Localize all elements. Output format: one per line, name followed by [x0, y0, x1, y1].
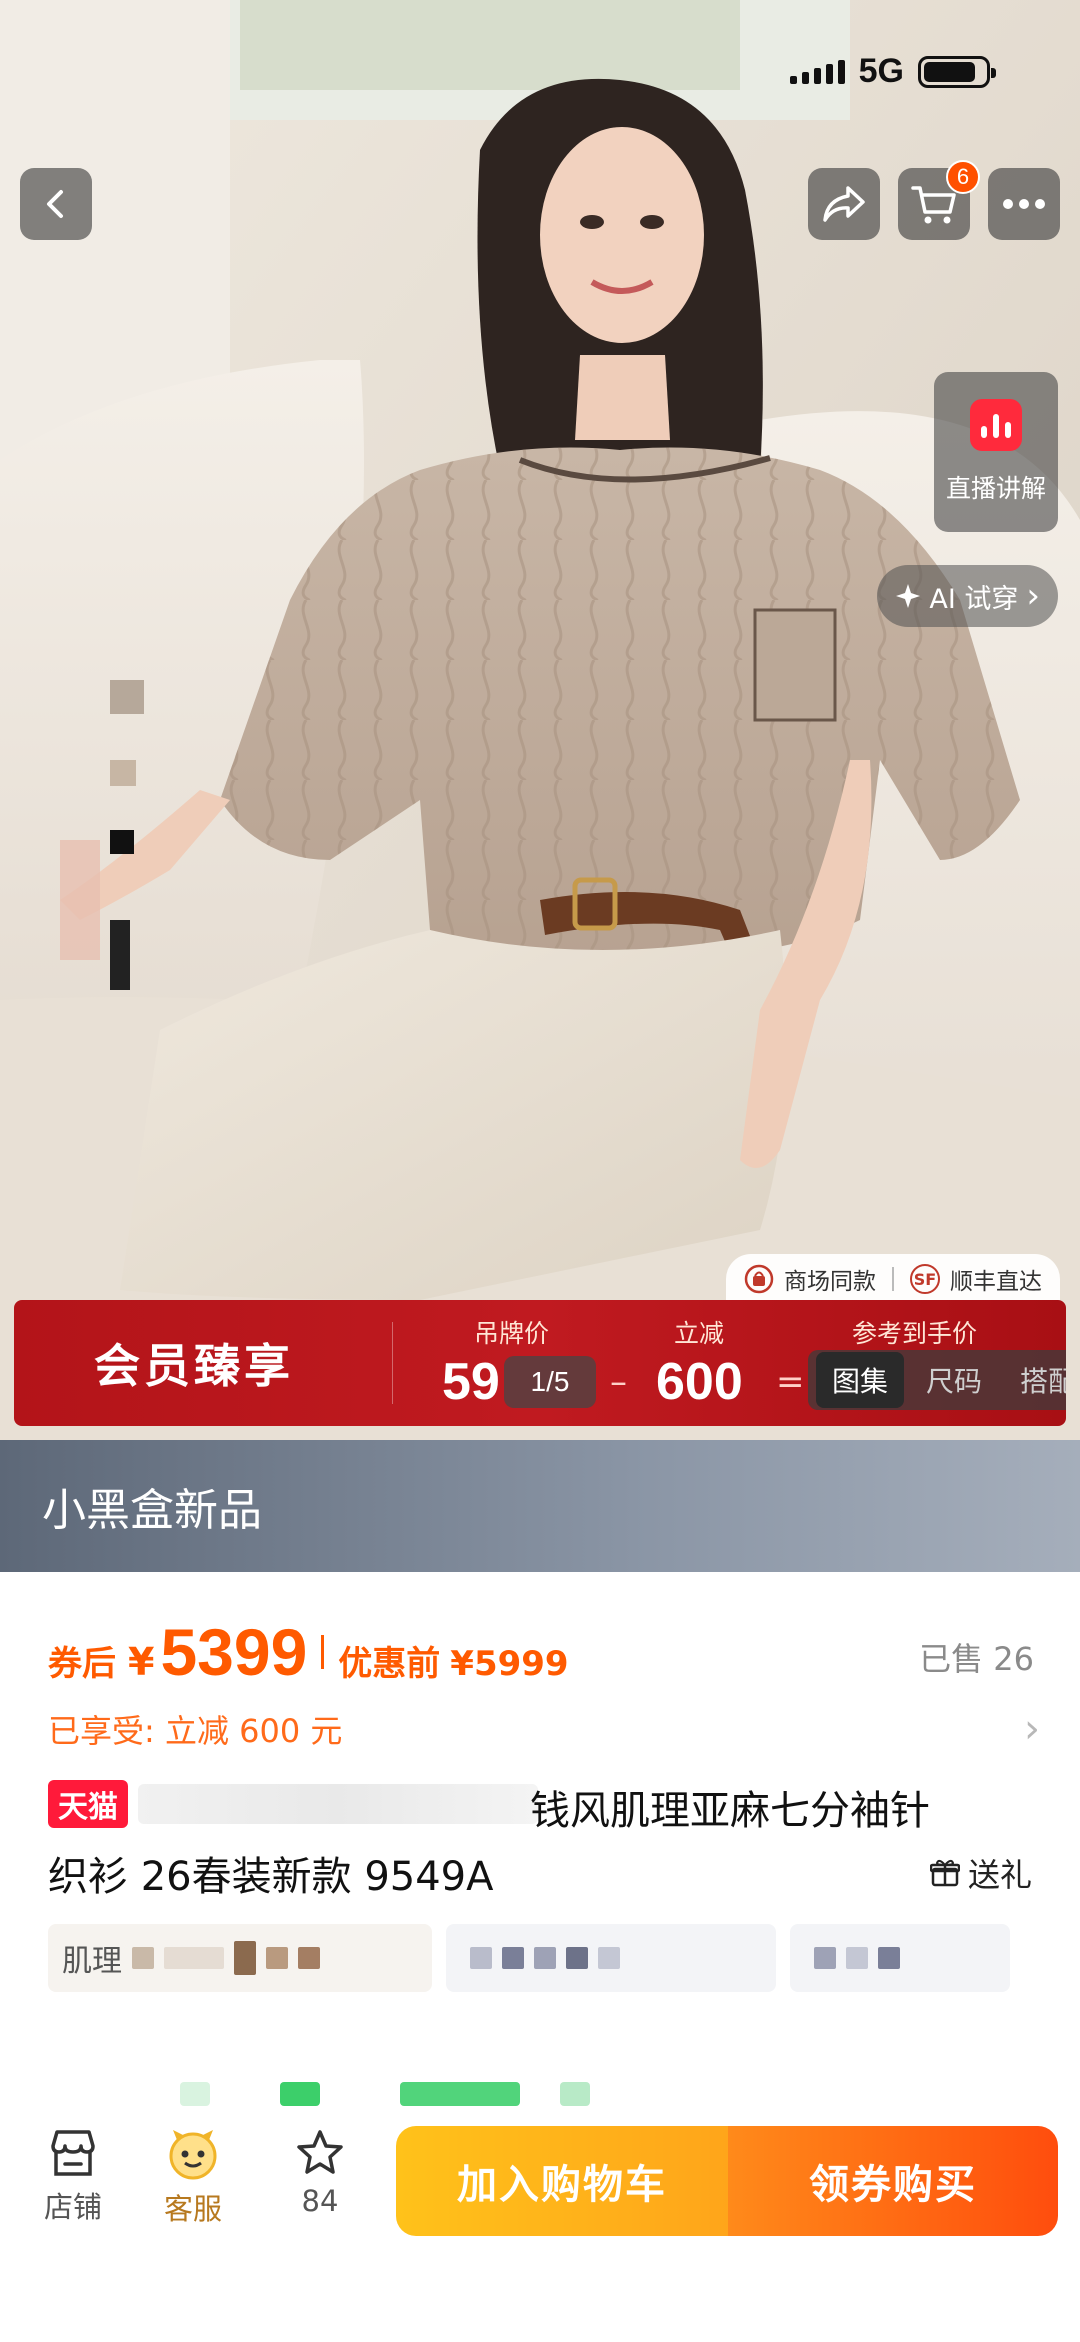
- feature-chip[interactable]: 肌理: [48, 1924, 432, 1992]
- member-title: 会员臻享: [94, 1339, 294, 1393]
- before-discount-label: 优惠前: [338, 1644, 441, 1684]
- live-icon: [970, 399, 1022, 451]
- mall-same-tag: 商场同款: [784, 1269, 876, 1295]
- gallery-tabs[interactable]: 图集 尺码 搭配: [808, 1350, 1066, 1410]
- product-info-card: 券后 ¥ 5399 优惠前 ¥5999 已售 26 已享受: 立减 600 元 …: [0, 1572, 1080, 2032]
- service-tags: 商场同款 SF 顺丰直达: [726, 1254, 1060, 1304]
- redacted-pixel: [470, 1947, 492, 1969]
- minus-sign: –: [610, 1362, 627, 1402]
- network-type: 5G: [858, 52, 904, 90]
- divider: [392, 1322, 393, 1404]
- redacted-pixel: [298, 1947, 320, 1969]
- redacted-pixel: [566, 1947, 588, 1969]
- chevron-right-icon: ›: [1026, 576, 1040, 616]
- redacted-pixel: [560, 2082, 590, 2106]
- equals-sign: =: [776, 1362, 805, 1402]
- tag-price-value: 59: [442, 1353, 500, 1411]
- cart-button[interactable]: 6: [898, 160, 980, 240]
- ai-try-on-label: AI 试穿: [929, 583, 1019, 615]
- favorite-button[interactable]: 84: [294, 2128, 346, 2218]
- divider: [892, 1267, 894, 1291]
- gift-icon: [929, 1859, 960, 1887]
- share-button[interactable]: [808, 168, 880, 240]
- redacted-pixel: [598, 1947, 620, 1969]
- customer-service-label: 客服: [164, 2192, 223, 2226]
- tmall-badge: 天猫: [48, 1780, 128, 1828]
- final-price-label: 参考到手价: [852, 1319, 978, 1348]
- redacted-pixel: [846, 1947, 868, 1969]
- store-banner[interactable]: 小黑盒新品: [0, 1440, 1080, 1572]
- favorite-count: 84: [301, 2184, 339, 2218]
- redacted-pixel: [814, 1947, 836, 1969]
- feature-chip[interactable]: [790, 1924, 1010, 1992]
- store-nav-label: 店铺: [44, 2190, 103, 2224]
- redacted-text: [138, 1784, 538, 1824]
- feature-chip[interactable]: [446, 1924, 776, 1992]
- store-name: 小黑盒新品: [42, 1485, 262, 1536]
- before-discount-price: ¥5999: [450, 1644, 569, 1684]
- tab-gallery[interactable]: 图集: [816, 1352, 905, 1408]
- product-title-part-1: 钱风肌理亚麻七分袖针: [530, 1788, 930, 1834]
- sold-count: 已售 26: [919, 1640, 1034, 1678]
- sf-express-icon: SF: [910, 1264, 940, 1294]
- store-nav-button[interactable]: 店铺: [44, 2128, 102, 2226]
- redacted-pixel: [534, 1947, 556, 1969]
- redacted-pixel: [132, 1947, 154, 1969]
- customer-service-button[interactable]: 客服: [164, 2128, 222, 2228]
- member-price-banner: 会员臻享 吊牌价 59 – 立减 600 = 参考到手价 1/5 图集 尺码 搭…: [14, 1300, 1066, 1426]
- redacted-pixel: [180, 2082, 210, 2106]
- redacted-pixel: [234, 1941, 256, 1975]
- status-bar: 5G: [789, 52, 996, 91]
- chevron-right-icon[interactable]: ›: [1024, 1706, 1040, 1752]
- shopping-bag-icon: [744, 1264, 774, 1294]
- star-icon: [297, 2130, 343, 2174]
- tab-outfit[interactable]: 搭配: [1004, 1352, 1066, 1408]
- currency-symbol: ¥: [128, 1640, 155, 1684]
- product-title-line-1: 天猫: [48, 1780, 538, 1828]
- redacted-pixel: [280, 2082, 320, 2106]
- discount-enjoyed[interactable]: 已享受: 立减 600 元: [48, 1706, 342, 1752]
- more-button[interactable]: [988, 168, 1060, 240]
- sf-direct-tag: 顺丰直达: [950, 1269, 1042, 1295]
- gift-label: 送礼: [967, 1856, 1032, 1894]
- tab-size[interactable]: 尺码: [910, 1352, 998, 1408]
- image-pager: 1/5: [504, 1356, 596, 1408]
- ai-try-on-button[interactable]: AI 试穿 ›: [877, 565, 1058, 627]
- feature-chips: 肌理: [48, 1924, 1010, 1992]
- product-title-part-2: 织衫 26春装新款 9549A: [48, 1854, 494, 1900]
- battery-icon: [918, 55, 996, 88]
- bottom-action-bar: 店铺 客服 84 加入购物车 领券购买: [0, 2052, 1080, 2342]
- redacted-pixel: [502, 1947, 524, 1969]
- divider: [321, 1635, 325, 1669]
- live-explain-button[interactable]: 直播讲解: [934, 372, 1058, 532]
- chip-label: 肌理: [62, 1944, 122, 1979]
- discount-value: 600: [656, 1353, 743, 1411]
- store-icon: [51, 2130, 95, 2176]
- chevron-left-icon: [47, 190, 63, 218]
- redacted-pixel: [878, 1947, 900, 1969]
- redacted-pixel: [164, 1947, 224, 1969]
- product-image-gallery[interactable]: 5G 6 直播讲解 AI 试穿 › 商场同款 SF 顺丰直达 会员臻享 吊牌价 …: [0, 0, 1080, 1440]
- live-explain-label: 直播讲解: [945, 474, 1046, 503]
- discount-label: 立减: [674, 1319, 725, 1348]
- sparkle-icon: [896, 584, 921, 608]
- redacted-pixel: [266, 1947, 288, 1969]
- service-mascot-icon: [169, 2130, 217, 2180]
- more-dots-icon: [1003, 199, 1045, 209]
- coupon-buy-button[interactable]: 领券购买: [728, 2126, 1058, 2236]
- after-coupon-price: 5399: [160, 1615, 308, 1689]
- back-button[interactable]: [20, 168, 92, 240]
- cart-count-badge: 6: [946, 160, 980, 194]
- share-icon: [823, 186, 865, 222]
- gift-button[interactable]: 送礼: [929, 1850, 1032, 1896]
- price-row: 券后 ¥ 5399 优惠前 ¥5999: [48, 1614, 569, 1690]
- add-to-cart-button[interactable]: 加入购物车: [396, 2126, 728, 2236]
- tag-price-label: 吊牌价: [474, 1319, 550, 1348]
- after-coupon-label: 券后: [48, 1644, 116, 1684]
- signal-icon: [789, 59, 845, 84]
- redacted-pixel: [400, 2082, 520, 2106]
